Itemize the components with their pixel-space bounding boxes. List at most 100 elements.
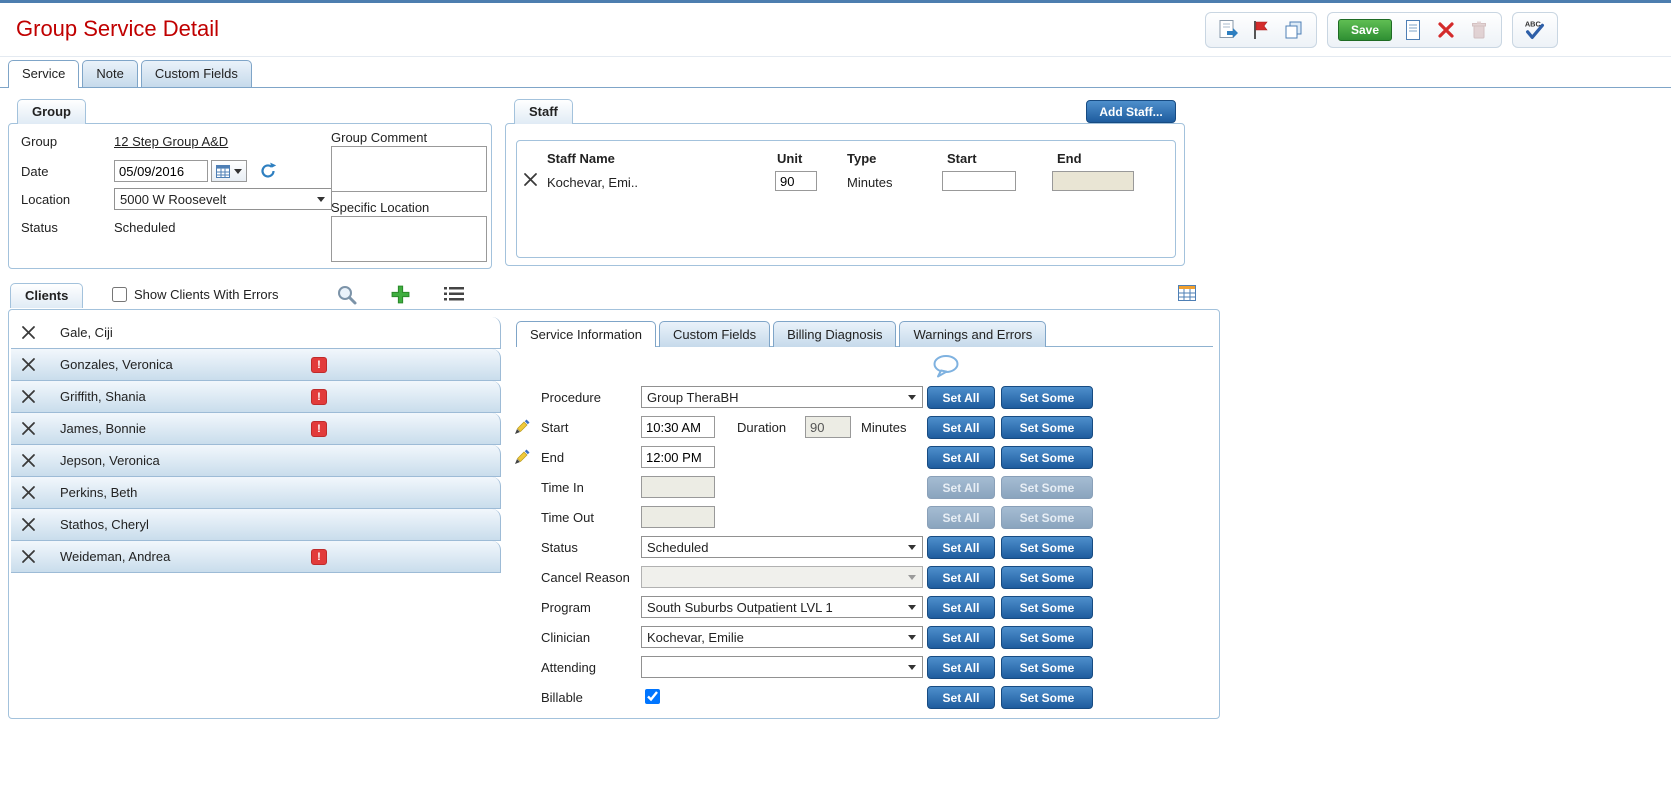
remove-client-icon[interactable]: [21, 357, 36, 372]
client-name: Gale, Ciji: [60, 325, 113, 340]
billable-set-some-button[interactable]: Set Some: [1001, 686, 1093, 709]
document-icon[interactable]: [1401, 18, 1425, 42]
attending-set-all-button[interactable]: Set All: [927, 656, 995, 679]
location-select[interactable]: 5000 W Roosevelt: [114, 188, 332, 210]
group-panel-tab: Group: [17, 99, 86, 124]
start-set-all-button[interactable]: Set All: [927, 416, 995, 439]
service-tab-strip: Service Information Custom Fields Billin…: [516, 321, 1046, 347]
edit-pen-icon[interactable]: [514, 419, 530, 435]
program-label: Program: [541, 600, 591, 615]
date-input[interactable]: [114, 160, 208, 182]
start-time-input[interactable]: [641, 416, 715, 438]
staff-col-type: Type: [847, 151, 876, 166]
tab-service[interactable]: Service: [8, 60, 79, 87]
client-row[interactable]: Gale, Ciji: [11, 317, 501, 349]
clinician-set-all-button[interactable]: Set All: [927, 626, 995, 649]
comment-bubble-icon[interactable]: [933, 355, 959, 381]
report-preview-icon[interactable]: [1216, 18, 1240, 42]
client-row[interactable]: Gonzales, Veronica !: [11, 349, 501, 381]
time-out-label: Time Out: [541, 510, 594, 525]
group-comment-textarea[interactable]: [331, 146, 487, 192]
billable-checkbox[interactable]: [645, 689, 660, 704]
attending-select[interactable]: [641, 656, 923, 678]
program-select[interactable]: South Suburbs Outpatient LVL 1: [641, 596, 923, 618]
date-picker-button[interactable]: [211, 160, 247, 182]
calendar-grid-icon: [216, 165, 230, 178]
toolbar-group-spellcheck: ABC: [1512, 12, 1558, 48]
staff-unit-input[interactable]: [775, 171, 817, 191]
billable-set-all-button[interactable]: Set All: [927, 686, 995, 709]
tab-custom-fields[interactable]: Custom Fields: [141, 60, 252, 87]
status-set-some-button[interactable]: Set Some: [1001, 536, 1093, 559]
cancel-x-icon[interactable]: [1434, 18, 1458, 42]
trash-icon: [1467, 18, 1491, 42]
time-in-set-some-button: Set Some: [1001, 476, 1093, 499]
service-status-label: Status: [541, 540, 578, 555]
cancel-reason-set-some-button[interactable]: Set Some: [1001, 566, 1093, 589]
staff-col-name: Staff Name: [547, 151, 615, 166]
client-name: Gonzales, Veronica: [60, 357, 173, 372]
staff-start-input[interactable]: [942, 171, 1016, 191]
program-set-all-button[interactable]: Set All: [927, 596, 995, 619]
time-out-set-all-button: Set All: [927, 506, 995, 529]
remove-staff-icon[interactable]: [523, 172, 538, 190]
copy-icon[interactable]: [1282, 18, 1306, 42]
toolbar: Save ABC: [1205, 12, 1558, 48]
clients-panel: Clients Show Clients With Errors: [8, 281, 1220, 719]
cancel-reason-select-wrap: [641, 566, 923, 588]
time-out-input: [641, 506, 715, 528]
tab-billing-diagnosis[interactable]: Billing Diagnosis: [773, 321, 896, 347]
procedure-select[interactable]: Group TheraBH: [641, 386, 923, 408]
show-errors-checkbox[interactable]: [112, 287, 127, 302]
spellcheck-icon[interactable]: ABC: [1523, 18, 1547, 42]
end-label: End: [541, 450, 564, 465]
status-select[interactable]: Scheduled: [641, 536, 923, 558]
procedure-set-all-button[interactable]: Set All: [927, 386, 995, 409]
billable-label: Billable: [541, 690, 583, 705]
program-select-wrap: South Suburbs Outpatient LVL 1: [641, 596, 923, 618]
tab-custom-fields-inner[interactable]: Custom Fields: [659, 321, 770, 347]
edit-pen-icon[interactable]: [514, 449, 530, 465]
location-select-wrap: 5000 W Roosevelt: [114, 188, 332, 210]
remove-client-icon[interactable]: [21, 325, 36, 340]
group-name-link[interactable]: 12 Step Group A&D: [114, 134, 228, 149]
group-service-detail-page: Group Service Detail Save: [0, 0, 1671, 88]
procedure-set-some-button[interactable]: Set Some: [1001, 386, 1093, 409]
refresh-icon[interactable]: [259, 162, 277, 183]
add-staff-button[interactable]: Add Staff...: [1086, 100, 1176, 123]
search-icon[interactable]: [336, 284, 358, 306]
clinician-select[interactable]: Kochevar, Emilie: [641, 626, 923, 648]
status-set-all-button[interactable]: Set All: [927, 536, 995, 559]
staff-panel: Staff Add Staff... Staff Name Unit Type …: [505, 123, 1185, 266]
tab-note[interactable]: Note: [82, 60, 137, 87]
tab-service-information[interactable]: Service Information: [516, 321, 656, 347]
tab-warnings-errors[interactable]: Warnings and Errors: [899, 321, 1046, 347]
form-row-program: Program South Suburbs Outpatient LVL 1 S…: [9, 596, 1219, 622]
show-errors-toggle[interactable]: Show Clients With Errors: [112, 287, 278, 302]
clinician-label: Clinician: [541, 630, 590, 645]
end-set-all-button[interactable]: Set All: [927, 446, 995, 469]
cancel-reason-set-all-button[interactable]: Set All: [927, 566, 995, 589]
location-label: Location: [21, 192, 70, 207]
start-set-some-button[interactable]: Set Some: [1001, 416, 1093, 439]
specific-location-textarea[interactable]: [331, 216, 487, 262]
program-set-some-button[interactable]: Set Some: [1001, 596, 1093, 619]
start-label: Start: [541, 420, 568, 435]
end-set-some-button[interactable]: Set Some: [1001, 446, 1093, 469]
status-label: Status: [21, 220, 58, 235]
list-icon[interactable]: [444, 286, 464, 302]
form-row-time-in: Time In Set All Set Some: [9, 476, 1219, 502]
save-button[interactable]: Save: [1338, 19, 1392, 41]
form-row-time-out: Time Out Set All Set Some: [9, 506, 1219, 532]
calendar-icon[interactable]: [1178, 285, 1196, 301]
clinician-set-some-button[interactable]: Set Some: [1001, 626, 1093, 649]
duration-label: Duration: [737, 420, 786, 435]
cancel-reason-label: Cancel Reason: [541, 570, 630, 585]
time-in-set-all-button: Set All: [927, 476, 995, 499]
end-time-input[interactable]: [641, 446, 715, 468]
page-title: Group Service Detail: [16, 16, 219, 42]
attending-set-some-button[interactable]: Set Some: [1001, 656, 1093, 679]
add-client-icon[interactable]: [390, 284, 411, 305]
flag-icon[interactable]: [1249, 18, 1273, 42]
status-value: Scheduled: [114, 220, 175, 235]
